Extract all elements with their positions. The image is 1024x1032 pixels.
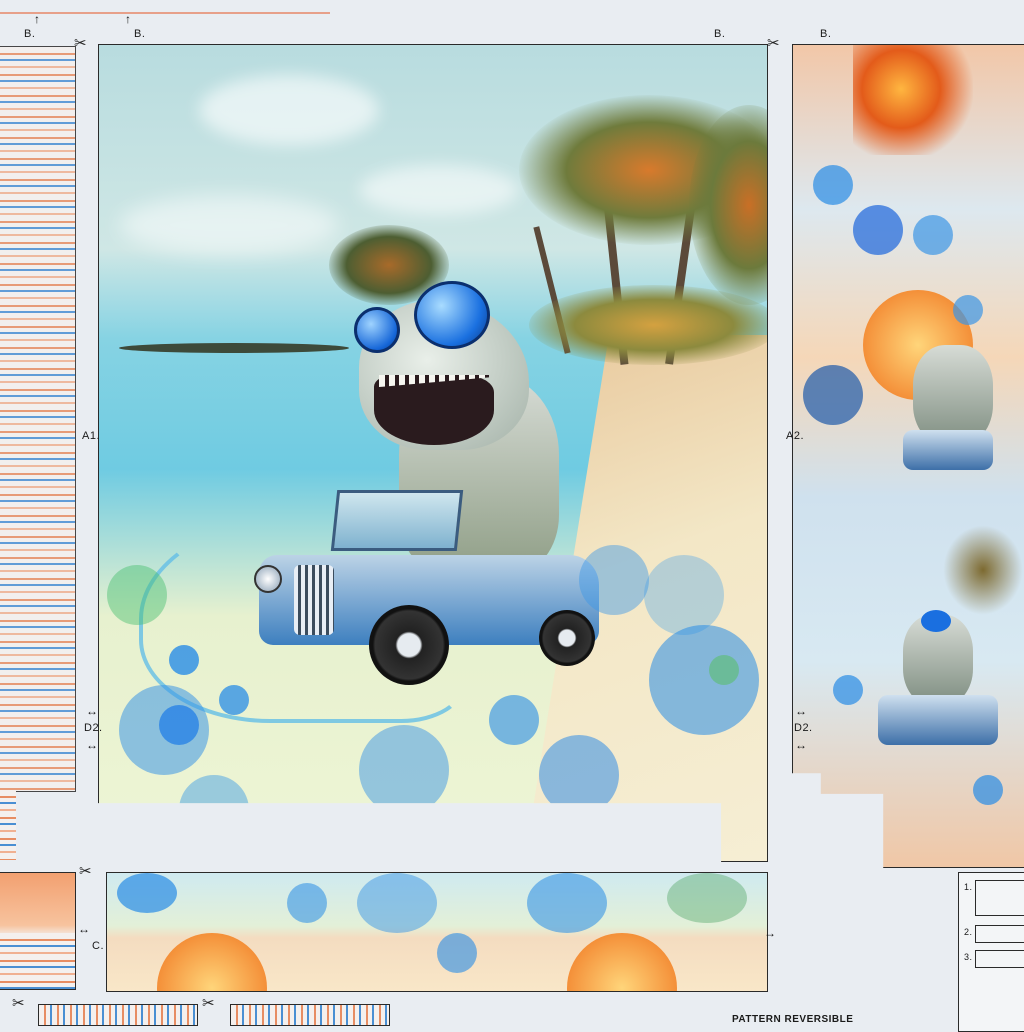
- arrow-icon: ↑: [34, 12, 40, 26]
- label-d2-left: D2.: [84, 722, 103, 734]
- top-edge-line: [0, 12, 330, 14]
- bottom-stripe-strip-2: [230, 1004, 390, 1026]
- scissors-icon: ✂: [202, 995, 215, 1012]
- left-stripe-strip-lower: [0, 790, 16, 860]
- bokeh-bubble: [579, 545, 649, 615]
- label-a2: A2.: [786, 430, 805, 442]
- sunglasses-right-lens: [414, 281, 490, 349]
- bokeh-bubble: [667, 873, 747, 923]
- bushes: [529, 285, 767, 365]
- cloud: [199, 75, 379, 145]
- bokeh-bubble: [299, 815, 379, 861]
- sunglasses-left-lens: [354, 307, 400, 353]
- bokeh-bubble: [357, 873, 437, 933]
- bokeh-bubble: [973, 775, 1003, 805]
- label-b-1: B.: [24, 28, 36, 40]
- instruction-step-1: 1.: [964, 882, 973, 892]
- bottom-fabric-strip-c: [106, 872, 768, 992]
- stripe-fill: [0, 933, 75, 989]
- scissors-icon: ✂: [767, 35, 780, 52]
- label-b-4: B.: [820, 28, 832, 40]
- palm-silhouette: [943, 525, 1023, 615]
- bokeh-bubble: [159, 705, 199, 745]
- bokeh-bubble: [853, 205, 903, 255]
- mini-car: [878, 695, 998, 745]
- bokeh-bubble: [644, 555, 724, 635]
- scissors-icon: ✂: [74, 35, 87, 52]
- instruction-step-box: [975, 880, 1024, 916]
- bokeh-bubble: [527, 873, 607, 933]
- footer-text: PATTERN REVERSIBLE: [732, 1014, 854, 1025]
- bokeh-bubble: [813, 165, 853, 205]
- sunset-sun: [157, 933, 267, 991]
- left-stripe-panel: [0, 46, 76, 792]
- bokeh-bubble: [169, 645, 199, 675]
- main-fabric-panel-a1: [98, 44, 768, 862]
- label-b-2: B.: [134, 28, 146, 40]
- bokeh-bubble: [953, 295, 983, 325]
- cloud: [119, 195, 339, 255]
- bokeh-bubble: [437, 933, 477, 973]
- bokeh-bubble: [107, 565, 167, 625]
- label-c: C.: [92, 940, 104, 952]
- instruction-step-box: [975, 925, 1024, 943]
- car-rear-wheel: [539, 610, 595, 666]
- arrow-icon: ↔: [78, 922, 90, 936]
- bokeh-bubble: [489, 695, 539, 745]
- instruction-step-2: 2.: [964, 927, 973, 937]
- bokeh-bubble: [117, 873, 177, 913]
- arrow-icon: ↔: [86, 738, 98, 752]
- scissors-icon: ✂: [79, 863, 92, 880]
- instruction-step-box: [975, 950, 1024, 968]
- arrow-icon: ↔: [86, 704, 98, 718]
- scissors-icon: ✂: [12, 995, 25, 1012]
- bokeh-bubble: [803, 365, 863, 425]
- bokeh-bubble: [913, 215, 953, 255]
- arrow-icon: ↔: [795, 738, 807, 752]
- bokeh-bubble: [709, 655, 739, 685]
- bokeh-bubble: [219, 685, 249, 715]
- bottom-stripe-strip-1: [38, 1004, 198, 1026]
- bokeh-bubble: [359, 725, 449, 815]
- mini-car: [903, 430, 993, 470]
- bokeh-bubble: [179, 775, 249, 845]
- label-d2-right: D2.: [794, 722, 813, 734]
- flame-burst: [853, 45, 973, 155]
- instruction-step-3: 3.: [964, 952, 973, 962]
- bokeh-bubble: [539, 735, 619, 815]
- mini-sunglasses: [921, 610, 951, 632]
- label-a1: A1.: [82, 430, 101, 442]
- arrow-icon: ↔: [795, 704, 807, 718]
- sunset-sun: [567, 933, 677, 991]
- label-b-3: B.: [714, 28, 726, 40]
- distant-island: [119, 343, 349, 353]
- arrow-icon: →: [764, 926, 776, 940]
- right-fabric-panel-a2: [792, 44, 1024, 868]
- bokeh-bubble: [649, 625, 759, 735]
- cloud: [359, 165, 519, 215]
- bottom-left-fabric-piece: [0, 872, 76, 990]
- arrow-icon: ↑: [125, 12, 131, 26]
- bokeh-bubble: [419, 805, 489, 861]
- bokeh-bubble: [287, 883, 327, 923]
- bokeh-bubble: [833, 675, 863, 705]
